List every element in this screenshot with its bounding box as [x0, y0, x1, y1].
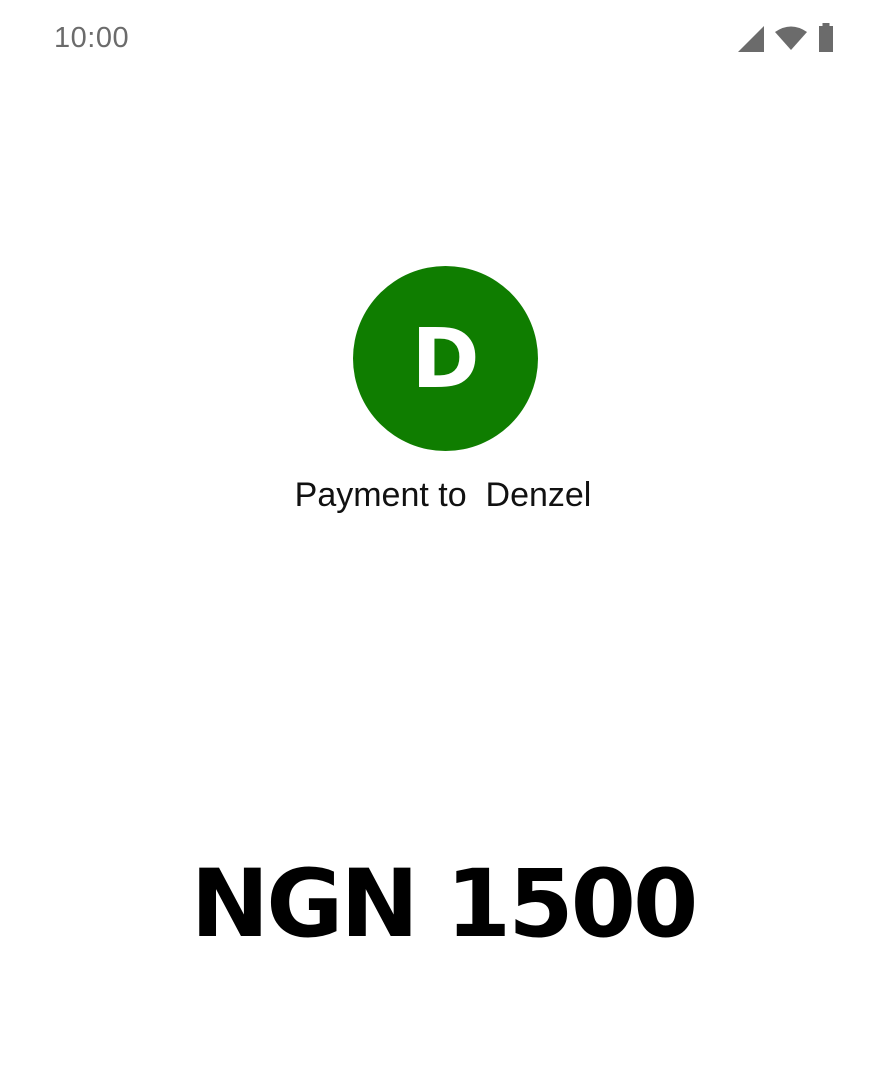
- payee-avatar: D: [353, 266, 538, 451]
- battery-icon: [818, 23, 834, 53]
- avatar-initial: D: [411, 311, 480, 407]
- status-bar: 10:00: [0, 0, 886, 80]
- status-time: 10:00: [54, 22, 130, 54]
- wifi-icon: [774, 25, 808, 51]
- cellular-signal-icon: [736, 24, 764, 52]
- payment-amount: NGN 1500: [190, 850, 699, 959]
- payee-label: Payment to Denzel: [294, 476, 592, 514]
- status-icons: [736, 22, 834, 54]
- payment-screen: 10:00 D Payment to Denzel NGN 1500: [0, 0, 886, 1090]
